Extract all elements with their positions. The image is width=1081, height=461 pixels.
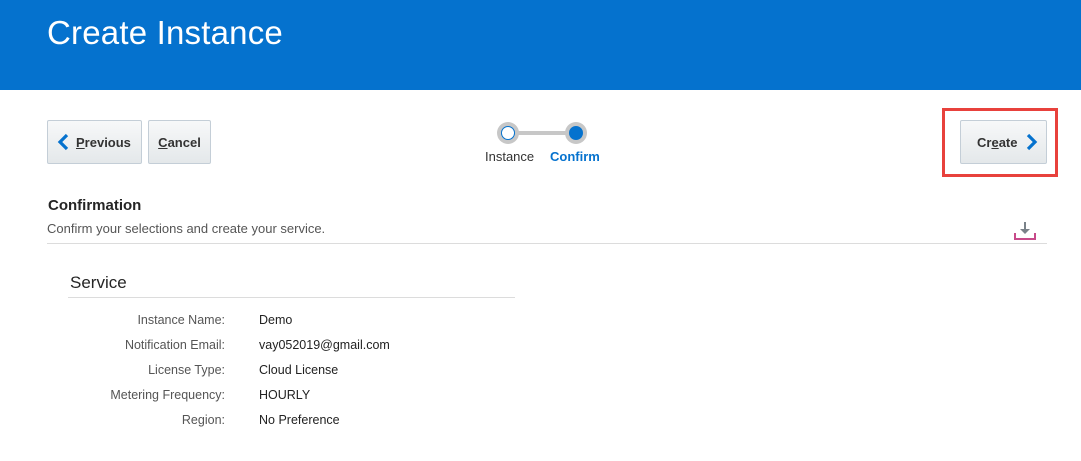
detail-value: No Preference: [259, 413, 340, 427]
detail-row-instance-name: Instance Name: Demo: [68, 313, 568, 331]
cancel-button[interactable]: Cancel: [148, 120, 211, 164]
detail-label: Notification Email:: [124, 338, 225, 352]
chevron-left-icon: [56, 132, 70, 152]
detail-value: Cloud License: [259, 363, 339, 377]
step-instance-stop[interactable]: [497, 122, 519, 144]
detail-label: Metering Frequency:: [110, 388, 225, 402]
step-confirm-stop: [565, 122, 587, 144]
service-divider: [68, 297, 515, 298]
step-confirm-label: Confirm: [550, 149, 600, 164]
detail-value: HOURLY: [259, 388, 311, 402]
previous-button-label: Previous: [76, 134, 131, 150]
confirmation-description: Confirm your selections and create your …: [47, 221, 326, 236]
detail-label: Instance Name:: [137, 313, 225, 327]
detail-label: Region:: [181, 413, 225, 427]
step-instance-label[interactable]: Instance: [485, 149, 534, 164]
detail-row-metering-frequency: Metering Frequency: HOURLY: [68, 388, 568, 406]
previous-button[interactable]: Previous: [47, 120, 142, 164]
detail-label: License Type:: [148, 363, 225, 377]
detail-row-region: Region: No Preference: [68, 413, 568, 431]
detail-row-notification-email: Notification Email: vay052019@gmail.com: [68, 338, 568, 356]
section-divider: [47, 243, 1047, 244]
detail-value: Demo: [259, 313, 293, 327]
detail-value: vay052019@gmail.com: [259, 338, 390, 352]
step-train: Instance Confirm: [480, 118, 620, 168]
page-header: Create Instance: [0, 0, 1081, 90]
service-title: Service: [70, 273, 127, 292]
download-icon[interactable]: [1013, 221, 1037, 241]
page-title: Create Instance: [47, 14, 283, 51]
detail-row-license-type: License Type: Cloud License: [68, 363, 568, 381]
create-button-highlight: [942, 108, 1058, 177]
confirmation-title: Confirmation: [48, 197, 142, 214]
cancel-button-label: Cancel: [158, 134, 201, 150]
